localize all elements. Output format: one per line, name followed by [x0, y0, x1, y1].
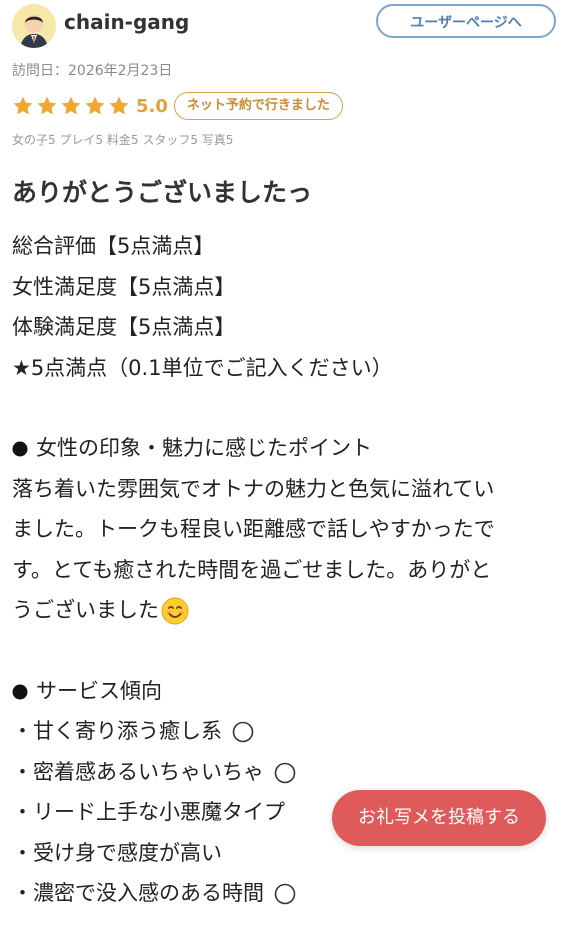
service-item-text: ・受け身で感度が高い — [12, 840, 222, 865]
rating-row: 5.0 ネット予約で行きました — [12, 90, 343, 122]
post-thanks-photo-button[interactable]: お礼写メを投稿する — [332, 790, 546, 846]
rating-note-line: ★5点満点（0.1単位でご記入ください） — [12, 355, 393, 380]
service-heading: サービス傾向 — [12, 671, 564, 712]
service-item-text: ・リード上手な小悪魔タイプ — [12, 800, 285, 824]
impression-line: ました。トークも程良い距離感で話しやすかったで — [12, 517, 495, 541]
circle-mark-icon — [232, 721, 254, 743]
star-icon — [61, 96, 81, 115]
impression-line: 落ち着いた雰囲気でオトナの魅力と色気に溢れてい — [12, 476, 495, 501]
star-icon — [13, 96, 33, 115]
smile-emoji-icon — [161, 597, 189, 625]
experience-satisfaction-line: 体験満足度【5点満点】 — [12, 315, 236, 339]
service-heading-text: サービス傾向 — [36, 678, 162, 703]
impression-line-text: うございました — [12, 598, 159, 622]
bullet-dot-icon — [12, 441, 28, 457]
service-item-text: ・甘く寄り添う癒し系 — [12, 719, 222, 743]
service-item-text: ・密着感あるいちゃいちゃ — [12, 759, 264, 784]
service-item-text: ・濃密で没入感のある時間 — [12, 881, 264, 905]
impression-line-last: うございました — [12, 590, 564, 631]
female-satisfaction-line: 女性満足度【5点満点】 — [12, 274, 236, 299]
star-icon — [37, 96, 57, 115]
circle-mark-icon — [274, 883, 296, 905]
service-item: ・甘く寄り添う癒し系 — [12, 711, 564, 752]
username[interactable]: chain-gang — [64, 10, 189, 34]
visit-date: 訪問日：2026年2月23日 — [12, 63, 173, 79]
circle-mark-icon — [274, 762, 296, 783]
impression-heading-text: 女性の印象・魅力に感じたポイント — [36, 436, 372, 460]
user-avatar[interactable] — [12, 4, 56, 48]
sub-ratings: 女の子5 プレイ5 料金5 スタッフ5 写真5 — [12, 133, 234, 147]
impression-line: す。とても癒された時間を過ごせました。ありがと — [12, 557, 492, 582]
impression-heading: 女性の印象・魅力に感じたポイント — [12, 428, 564, 469]
service-item: ・濃密で没入感のある時間 — [12, 873, 564, 914]
star-icon — [109, 96, 129, 115]
review-title: ありがとうございましたっ — [12, 178, 313, 207]
bullet-dot-icon — [12, 684, 28, 699]
service-item: ・密着感あるいちゃいちゃ — [12, 752, 564, 793]
star-rating — [12, 95, 130, 117]
rating-score: 5.0 — [136, 95, 168, 117]
avatar-icon — [12, 4, 56, 48]
overall-rating-line: 総合評価【5点満点】 — [12, 234, 215, 258]
user-page-button[interactable]: ユーザーページへ — [376, 4, 556, 38]
net-reservation-badge: ネット予約で行きました — [173, 92, 343, 120]
star-icon — [85, 96, 105, 115]
review-header: chain-gang ユーザーページへ — [12, 4, 558, 48]
